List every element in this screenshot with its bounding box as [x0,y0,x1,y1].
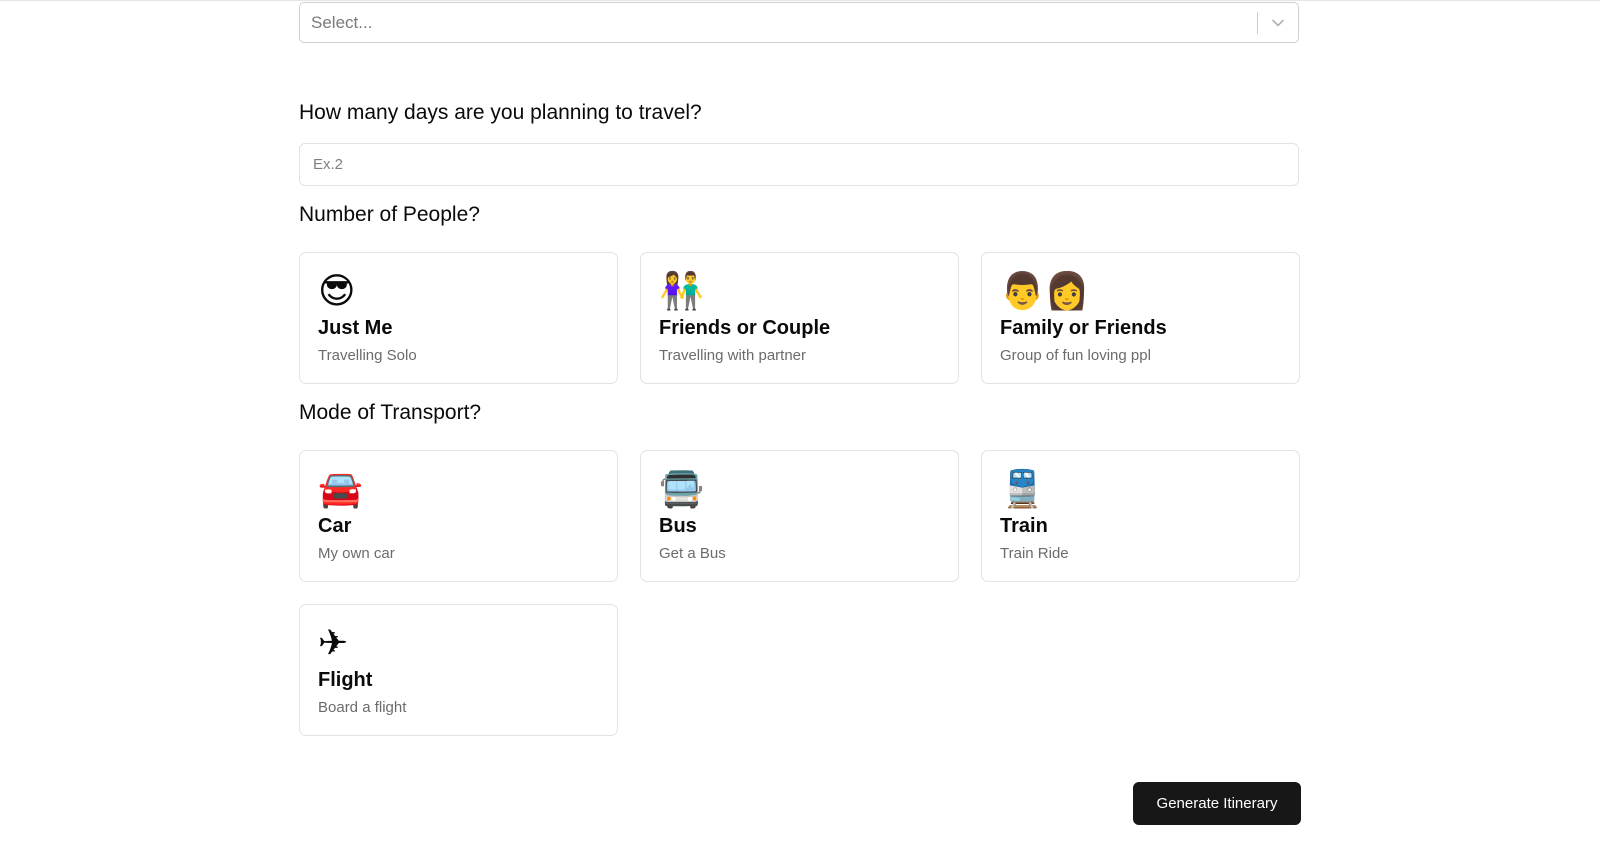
transport-options: 🚘 Car My own car 🚍 Bus Get a Bus 🚆 Train… [299,450,1301,736]
card-title: Family or Friends [1000,317,1167,339]
bus-icon: 🚍 [659,469,704,510]
card-title: Flight [318,669,373,691]
chevron-down-icon[interactable] [1258,3,1298,42]
people-card-just-me[interactable]: 😎 Just Me Travelling Solo [299,252,618,384]
card-title: Bus [659,515,697,537]
card-description: My own car [318,545,395,562]
family-icon: 👨👩 [1000,271,1090,312]
car-icon: 🚘 [318,469,363,510]
card-description: Group of fun loving ppl [1000,347,1151,364]
card-description: Travelling Solo [318,347,417,364]
days-question: How many days are you planning to travel… [299,101,702,124]
destination-select[interactable]: Select... [299,2,1299,43]
airplane-icon: ✈ [318,623,349,664]
transport-card-flight[interactable]: ✈ Flight Board a flight [299,604,618,736]
transport-card-car[interactable]: 🚘 Car My own car [299,450,618,582]
generate-itinerary-button[interactable]: Generate Itinerary [1133,782,1301,825]
transport-question: Mode of Transport? [299,401,482,424]
people-card-family-or-friends[interactable]: 👨👩 Family or Friends Group of fun loving… [981,252,1300,384]
card-title: Car [318,515,352,537]
people-card-friends-or-couple[interactable]: 👫 Friends or Couple Travelling with part… [640,252,959,384]
couple-icon: 👫 [659,271,704,312]
people-question: Number of People? [299,203,480,226]
days-input[interactable] [299,143,1299,186]
transport-card-train[interactable]: 🚆 Train Train Ride [981,450,1300,582]
card-title: Friends or Couple [659,317,831,339]
card-title: Just Me [318,317,393,339]
card-description: Board a flight [318,699,407,716]
destination-select-placeholder: Select... [311,12,373,32]
sunglasses-face-icon: 😎 [318,271,356,312]
card-description: Get a Bus [659,545,726,562]
card-title: Train [1000,515,1048,537]
train-icon: 🚆 [1000,469,1045,510]
top-divider [0,0,1600,1]
card-description: Train Ride [1000,545,1069,562]
transport-card-bus[interactable]: 🚍 Bus Get a Bus [640,450,959,582]
people-options: 😎 Just Me Travelling Solo 👫 Friends or C… [299,252,1301,384]
card-description: Travelling with partner [659,347,807,364]
